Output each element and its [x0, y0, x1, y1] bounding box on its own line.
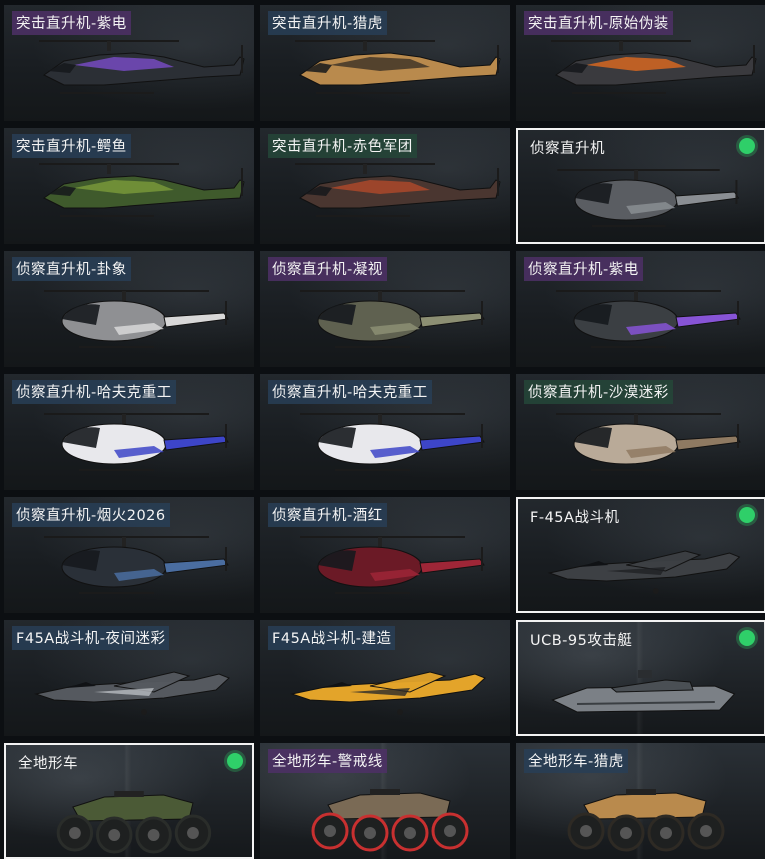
tail-boom — [163, 558, 229, 574]
tail-boom — [419, 312, 485, 328]
wheel-hub — [324, 825, 336, 837]
vehicle-card[interactable]: 侦察直升机-凝视 — [260, 251, 510, 367]
scout-heli-icon — [300, 413, 485, 471]
rotor-mast — [122, 414, 126, 424]
rotor-mast — [378, 537, 382, 547]
tail-boom — [675, 312, 741, 328]
attack-heli-icon — [295, 40, 501, 94]
tail-boom — [163, 435, 229, 451]
vehicle-card[interactable]: 侦察直升机-哈夫克重工 — [260, 374, 510, 490]
vehicle-card[interactable]: 突击直升机-原始伪装 — [516, 5, 765, 121]
vehicle-card[interactable]: 侦察直升机-沙漠迷彩 — [516, 374, 765, 490]
wheel-hub — [68, 827, 81, 839]
rotor-mast — [363, 41, 367, 51]
atv-icon — [567, 789, 725, 852]
seat — [114, 791, 144, 797]
attack-heli-icon — [39, 163, 245, 217]
rotor-mast — [619, 41, 623, 51]
landing-gear — [397, 709, 403, 715]
vehicle-card[interactable]: 突击直升机-猎虎 — [260, 5, 510, 121]
chassis — [327, 792, 451, 820]
rotor-mast — [122, 291, 126, 301]
rotor-mast — [634, 291, 638, 301]
wheel-hub — [444, 825, 456, 837]
vehicle-card[interactable]: 侦察直升机-酒红 — [260, 497, 510, 613]
seat — [370, 789, 400, 795]
landing-gear — [652, 588, 659, 594]
vehicle-card[interactable]: 全地形车 — [4, 743, 254, 859]
scout-heli-icon — [44, 290, 229, 348]
vehicle-card[interactable]: F45A战斗机-夜间迷彩 — [4, 620, 254, 736]
wheel-hub — [404, 827, 416, 839]
scout-heli-icon — [300, 290, 485, 348]
tail-boom — [419, 435, 485, 451]
rotor-mast — [378, 291, 382, 301]
cabin — [610, 679, 694, 693]
scout-heli-icon — [556, 413, 741, 471]
chassis — [583, 792, 707, 820]
vehicle-card[interactable]: 全地形车-警戒线 — [260, 743, 510, 859]
rotor-mast — [107, 41, 111, 51]
landing-gear — [141, 709, 147, 715]
wheel-hub — [187, 827, 199, 839]
attack-heli-icon — [551, 40, 757, 94]
rotor-mast — [634, 170, 639, 180]
scout-heli-icon — [300, 536, 485, 594]
scout-heli-icon — [557, 169, 740, 227]
scout-heli-icon — [44, 413, 229, 471]
vehicle-card[interactable]: 侦察直升机-紫电 — [516, 251, 765, 367]
atv-icon — [311, 789, 469, 852]
scout-heli-icon — [44, 536, 229, 594]
vehicle-card[interactable]: 侦察直升机 — [516, 128, 765, 244]
vehicle-card[interactable]: UCB-95攻击艇 — [516, 620, 765, 736]
wheel-hub — [620, 827, 632, 839]
vehicle-card[interactable]: F45A战斗机-建造 — [260, 620, 510, 736]
rotor-mast — [634, 414, 638, 424]
boat-icon — [551, 670, 736, 713]
chassis — [72, 794, 194, 822]
tail-boom — [419, 558, 485, 574]
jet-icon — [547, 550, 741, 594]
vehicle-card[interactable]: 侦察直升机-卦象 — [4, 251, 254, 367]
vehicle-card[interactable]: 全地形车-猎虎 — [516, 743, 765, 859]
wheel-hub — [108, 829, 121, 841]
wheel-hub — [364, 827, 376, 839]
vehicle-card[interactable]: 突击直升机-赤色军团 — [260, 128, 510, 244]
rotor-mast — [378, 414, 382, 424]
scout-heli-icon — [556, 290, 741, 348]
rotor-mast — [107, 164, 111, 174]
vehicle-card[interactable]: 突击直升机-紫电 — [4, 5, 254, 121]
attack-heli-icon — [39, 40, 245, 94]
vehicle-skin-grid: 突击直升机-紫电 突击直升机-猎虎 突击直升机-原始伪装 突击直升机-鳄鱼 突击… — [0, 0, 765, 859]
tail-boom — [674, 191, 740, 207]
vehicle-card[interactable]: F-45A战斗机 — [516, 497, 765, 613]
wheel-hub — [700, 825, 712, 837]
seat — [626, 789, 656, 795]
gun-turret — [638, 670, 652, 678]
rotor-mast — [122, 537, 126, 547]
attack-heli-icon — [295, 163, 501, 217]
jet-icon — [34, 671, 230, 715]
rotor-mast — [363, 164, 367, 174]
vehicle-card[interactable]: 侦察直升机-哈夫克重工 — [4, 374, 254, 490]
atv-icon — [56, 791, 212, 854]
wheel-hub — [580, 825, 592, 837]
wheel-hub — [147, 829, 160, 841]
vehicle-card[interactable]: 突击直升机-鳄鱼 — [4, 128, 254, 244]
jet-icon — [290, 671, 486, 715]
wheel-hub — [660, 827, 672, 839]
tail-boom — [163, 312, 229, 328]
vehicle-card[interactable]: 侦察直升机-烟火2026 — [4, 497, 254, 613]
tail-boom — [675, 435, 741, 451]
